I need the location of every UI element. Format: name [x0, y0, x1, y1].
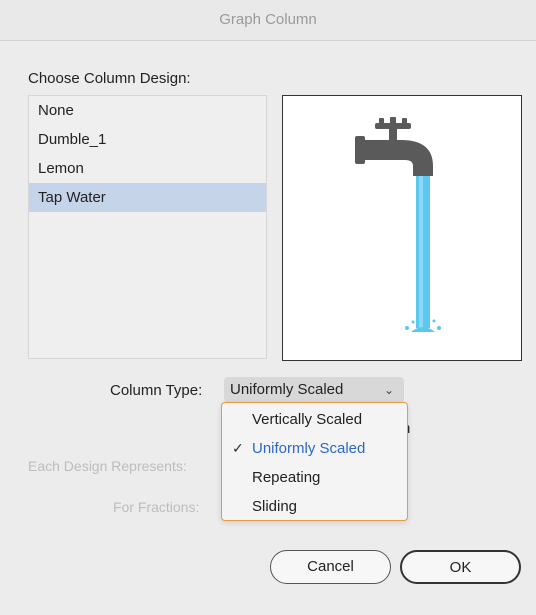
list-item-lemon[interactable]: Lemon: [29, 154, 266, 183]
column-type-label: Column Type:: [110, 382, 203, 399]
design-preview: [282, 95, 522, 361]
for-fractions-label: For Fractions:: [113, 499, 200, 515]
column-type-dropdown-menu: Vertically Scaled ✓ Uniformly Scaled Rep…: [221, 402, 408, 521]
list-item-tap-water[interactable]: Tap Water: [29, 183, 266, 212]
chevron-down-icon: ⌄: [383, 383, 394, 397]
title-bar: Graph Column: [0, 0, 536, 41]
column-design-list[interactable]: None Dumble_1 Lemon Tap Water: [28, 95, 267, 359]
menu-item-repeating[interactable]: Repeating: [222, 463, 407, 492]
ok-button[interactable]: OK: [400, 550, 521, 584]
menu-item-label: Vertically Scaled: [252, 411, 363, 428]
menu-item-sliding[interactable]: Sliding: [222, 492, 407, 521]
list-item-dumble-1[interactable]: Dumble_1: [29, 125, 266, 154]
menu-item-vertically-scaled[interactable]: Vertically Scaled: [222, 405, 407, 434]
menu-item-label: Sliding: [252, 498, 298, 515]
checkmark-icon: ✓: [232, 440, 244, 456]
menu-item-label: Uniformly Scaled: [252, 440, 366, 457]
each-design-represents-label: Each Design Represents:: [28, 458, 187, 474]
cancel-button[interactable]: Cancel: [270, 550, 391, 584]
column-type-value: Uniformly Scaled: [230, 381, 344, 398]
menu-item-label: Repeating: [252, 469, 321, 486]
column-type-select[interactable]: Uniformly Scaled ⌄: [224, 377, 404, 403]
list-item-none[interactable]: None: [29, 96, 266, 125]
window-title: Graph Column: [219, 11, 317, 28]
menu-item-uniformly-scaled[interactable]: ✓ Uniformly Scaled: [222, 434, 407, 463]
tap-water-icon: [355, 117, 441, 332]
choose-column-design-label: Choose Column Design:: [28, 70, 191, 87]
